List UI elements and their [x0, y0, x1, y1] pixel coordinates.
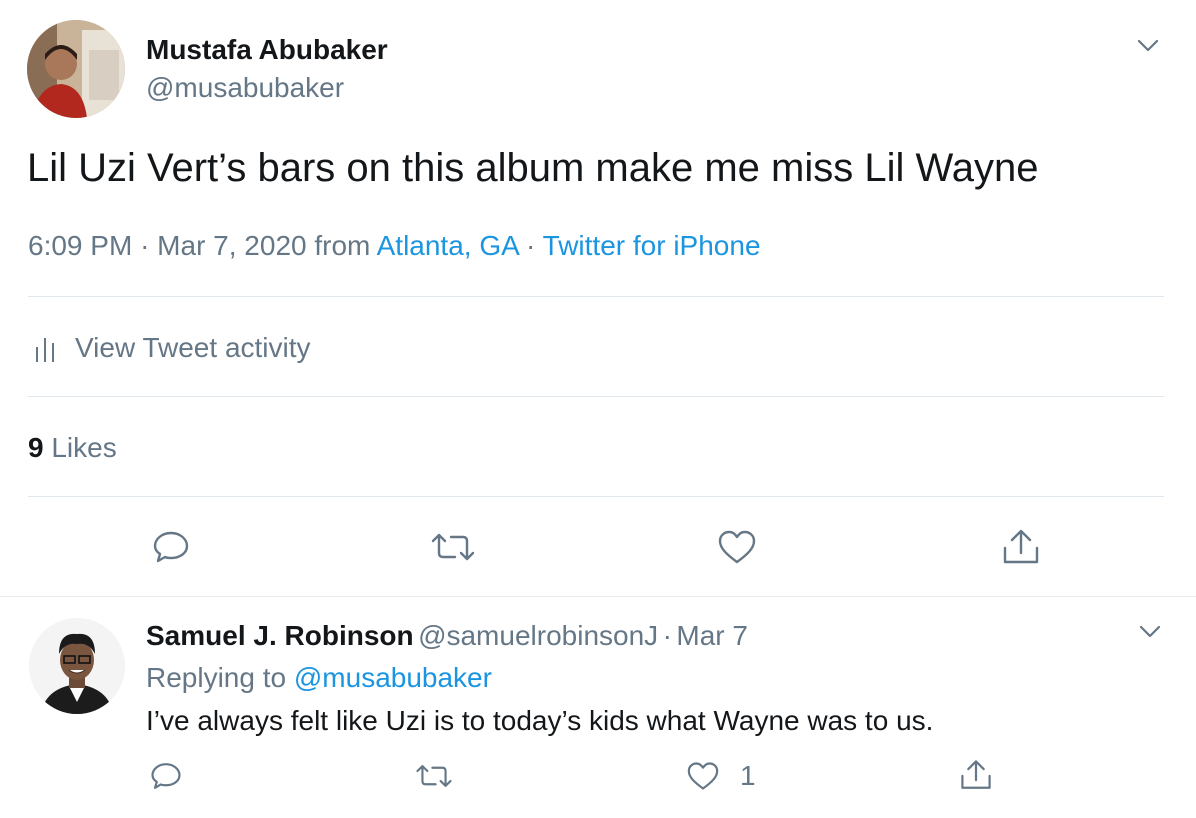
reply-icon	[151, 763, 181, 789]
view-tweet-activity-link[interactable]: View Tweet activity	[34, 330, 311, 366]
from-label: from	[314, 230, 371, 261]
author-name[interactable]: Mustafa Abubaker	[146, 34, 388, 66]
share-button[interactable]	[996, 524, 1046, 570]
reply-author-avatar-image	[29, 618, 125, 714]
reply-like-button[interactable]: 1	[686, 756, 756, 796]
reply-header: Samuel J. Robinson @samuelrobinsonJ · Ma…	[146, 620, 748, 652]
author-handle[interactable]: @musabubaker	[146, 72, 344, 104]
tweet-meta: 6:09 PM · Mar 7, 2020 from Atlanta, GA ·…	[28, 230, 761, 262]
reply-share-button[interactable]	[956, 754, 996, 796]
heart-icon	[687, 762, 719, 790]
bar-chart-icon	[36, 338, 54, 362]
activity-label: View Tweet activity	[75, 332, 311, 363]
reply-author-handle[interactable]: @samuelrobinsonJ	[418, 620, 658, 651]
tweet-menu-chevron[interactable]	[1134, 34, 1162, 58]
retweet-icon	[416, 765, 452, 787]
likes-summary[interactable]: 9 Likes	[28, 432, 117, 464]
divider	[28, 396, 1164, 397]
chevron-down-icon	[1137, 39, 1159, 52]
reply-author-avatar[interactable]	[29, 618, 125, 714]
retweet-icon	[431, 533, 475, 561]
like-button[interactable]	[712, 524, 762, 570]
likes-count: 9	[28, 432, 44, 463]
share-icon	[961, 760, 991, 789]
tweet-location-link[interactable]: Atlanta, GA	[377, 230, 519, 261]
reply-menu-chevron[interactable]	[1136, 620, 1164, 644]
reply-date[interactable]: Mar 7	[676, 620, 748, 651]
meta-separator: ·	[140, 230, 150, 261]
divider	[28, 496, 1164, 497]
retweet-button[interactable]	[428, 524, 478, 570]
reply-reply-button[interactable]	[146, 756, 186, 796]
tweet-time[interactable]: 6:09 PM	[28, 230, 132, 261]
chevron-down-icon	[1139, 625, 1161, 638]
replying-to-handle[interactable]: @musabubaker	[294, 662, 492, 693]
reply-retweet-button[interactable]	[412, 756, 456, 796]
reply-icon	[153, 531, 189, 563]
replying-to: Replying to @musabubaker	[146, 662, 492, 694]
tweet-source-link[interactable]: Twitter for iPhone	[543, 230, 761, 261]
reply-author-name[interactable]: Samuel J. Robinson	[146, 620, 414, 651]
reply-separator: ·	[662, 620, 672, 651]
tweet-date[interactable]: Mar 7, 2020	[157, 230, 306, 261]
reply-text: I’ve always felt like Uzi is to today’s …	[146, 705, 934, 736]
tweet-text: Lil Uzi Vert’s bars on this album make m…	[27, 146, 1039, 190]
likes-label: Likes	[51, 432, 117, 463]
share-icon	[1003, 529, 1039, 564]
heart-icon	[718, 530, 756, 564]
divider	[28, 296, 1164, 297]
meta-separator-2: ·	[526, 230, 536, 261]
section-divider	[0, 596, 1196, 597]
reply-button[interactable]	[146, 524, 196, 570]
author-avatar[interactable]	[27, 20, 125, 118]
reply-like-count: 1	[740, 760, 756, 791]
author-avatar-image	[27, 20, 125, 118]
replying-to-label: Replying to	[146, 662, 287, 693]
